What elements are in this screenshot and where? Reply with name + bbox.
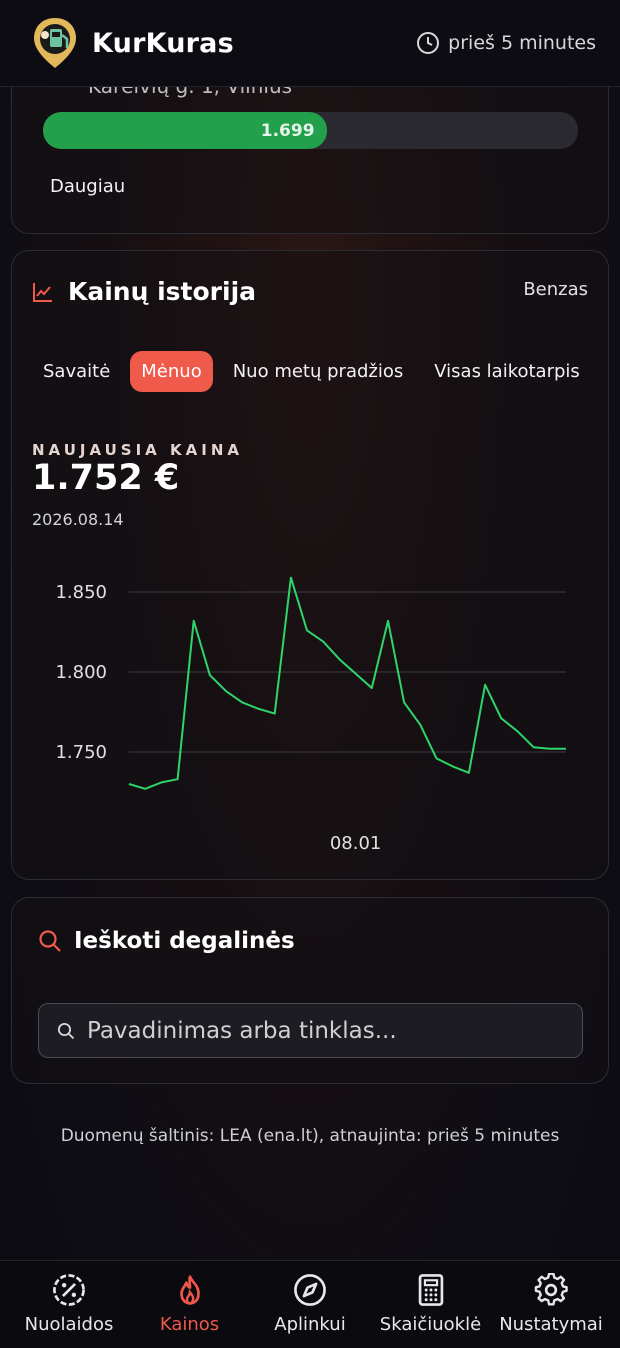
search-card: Ieškoti degalinės (11, 897, 609, 1084)
chart-ytick-label: 1.800 (55, 662, 107, 683)
chart-xtick-label: 08.01 (330, 833, 382, 854)
search-title: Ieškoti degalinės (74, 928, 295, 954)
price-bar-fill: 1.699 (43, 112, 327, 149)
nav-item-aplinkui[interactable]: Aplinkui (255, 1261, 365, 1348)
price-bar: 1.699 (43, 112, 578, 149)
nav-item-label: Nustatymai (499, 1314, 603, 1335)
tab-period-2[interactable]: Nuo metų pradžios (222, 351, 415, 392)
nav-item-label: Skaičiuoklė (379, 1314, 482, 1335)
search-field-icon (57, 1022, 75, 1039)
line-chart-icon (33, 282, 52, 302)
search-icon (39, 930, 61, 952)
tab-period-0[interactable]: Savaitė (32, 351, 121, 392)
compass-icon (294, 1274, 326, 1306)
price-history-chart: 1.750 1.800 1.850 08.01 (55, 576, 566, 854)
latest-price-date: 2026.08.14 (32, 510, 124, 529)
bottom-nav: Nuolaidos Kainos Aplinkui Skaičiuoklė Nustat… (0, 1260, 620, 1348)
nav-item-label: Nuolaidos (24, 1314, 114, 1335)
nav-item-label: Kainos (159, 1314, 220, 1335)
search-header: Ieškoti degalinės (38, 928, 295, 954)
nav-item-label: Aplinkui (274, 1314, 346, 1335)
period-tabs: Savaitė Mėnuo Nuo metų pradžios Visas laiko… (32, 351, 600, 392)
search-input[interactable] (87, 1017, 582, 1044)
gear-icon (534, 1273, 568, 1306)
price-history-card: Kainų istorija Benzas Savaitė Mėnuo Nuo me… (11, 250, 609, 880)
last-updated-text: prieš 5 minutes (448, 32, 596, 54)
price-bar-value: 1.699 (260, 120, 315, 141)
chart-ytick-label: 1.850 (55, 582, 107, 603)
search-box[interactable] (38, 1003, 583, 1058)
chart-ytick-label: 1.750 (55, 742, 107, 763)
nav-item-nustatymai[interactable]: Nustatymai (496, 1261, 606, 1348)
chart-price-line (128, 576, 566, 790)
tab-period-3[interactable]: Visas laikotarpis (423, 351, 591, 392)
price-history-title: Kainų istorija (68, 277, 257, 306)
clock-icon (417, 32, 440, 54)
discount-icon (53, 1274, 85, 1306)
nav-item-skaičiuoklė[interactable]: Skaičiuoklė (376, 1261, 486, 1348)
latest-price: 1.752 € (32, 458, 180, 498)
more-link[interactable]: Daugiau (50, 176, 125, 197)
app-header: KurKuras prieš 5 minutes (0, 0, 620, 87)
calculator-icon (418, 1274, 443, 1306)
app-logo-icon (34, 18, 76, 68)
latest-price-label: NAUJAUSIA KAINA (32, 441, 243, 459)
app-title: KurKuras (92, 27, 234, 59)
last-updated: prieš 5 minutes (416, 31, 596, 55)
price-history-header: Kainų istorija (32, 277, 256, 306)
flame-icon (179, 1275, 200, 1305)
nav-item-nuolaidos[interactable]: Nuolaidos (14, 1261, 124, 1348)
nav-item-kainos[interactable]: Kainos (135, 1261, 245, 1348)
fuel-type-selector[interactable]: Benzas (523, 279, 588, 300)
tab-period-1[interactable]: Mėnuo (130, 351, 213, 392)
data-source-note: Duomenų šaltinis: LEA (ena.lt), atnaujin… (60, 1126, 560, 1146)
